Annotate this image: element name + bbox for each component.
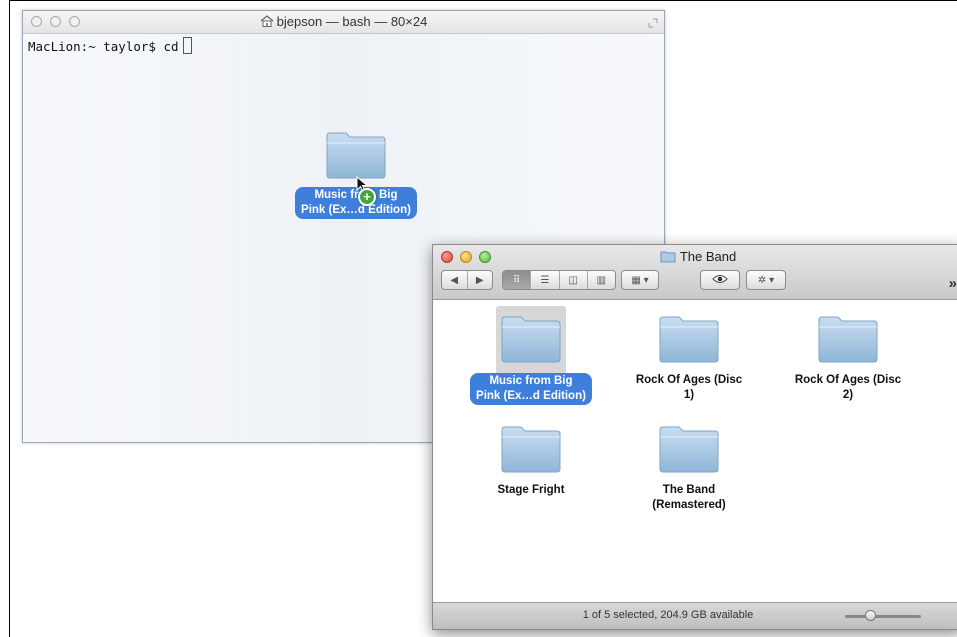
prompt-line: MacLion:~ taylor$ cd [28,37,192,54]
folder-item[interactable]: Music from Big Pink (Ex…d Edition) [461,314,601,405]
finder-title: The Band [433,249,957,266]
finder-window[interactable]: The Band ◀ ▶ ⠿ ☰ ◫ ▥ ▦ ▾ ✲ ▾ » Music fro… [432,244,957,630]
folder-label: Rock Of Ages (Disc 2) [778,373,918,403]
icon-view-icon[interactable]: ⠿ [503,271,531,289]
coverflow-view-icon[interactable]: ▥ [586,271,615,289]
folder-label-line1: The Band [662,484,716,496]
folder-label-line2: Pink (Ex…d Edition) [476,390,586,402]
finder-toolbar: The Band ◀ ▶ ⠿ ☰ ◫ ▥ ▦ ▾ ✲ ▾ » [433,245,957,300]
folder-item[interactable]: Rock Of Ages (Disc 1) [619,314,759,403]
arrange-button[interactable]: ▦ ▾ [621,270,659,290]
view-mode-control[interactable]: ⠿ ☰ ◫ ▥ [502,270,616,290]
folder-label-line1: Stage Fright [497,484,565,496]
page-frame-left [9,0,10,637]
fullscreen-icon[interactable] [648,15,658,28]
action-gear-icon: ✲ ▾ [757,274,775,286]
copy-plus-icon: + [358,188,376,206]
terminal-title: bjepson — bash — 80×24 [23,14,664,29]
status-text: 1 of 5 selected, 204.9 GB available [582,609,754,621]
toolbar-overflow-icon[interactable]: » [949,275,957,292]
folder-label-line1: Rock Of Ages (Disc [794,374,902,386]
text-cursor [182,37,192,54]
folder-label: The Band (Remastered) [619,483,759,513]
folder-label: Music from Big Pink (Ex…d Edition) [470,373,592,405]
icon-size-slider[interactable] [845,615,921,618]
folder-icon [657,314,721,364]
folder-label-line2: (Remastered) [652,499,726,511]
back-forward-control[interactable]: ◀ ▶ [441,270,493,290]
dragged-folder[interactable]: Music from Big Pink (Ex…d Edition) [290,130,422,219]
folder-label-line1: Music from Big [489,375,573,387]
home-icon [260,15,274,27]
folder-item[interactable]: The Band (Remastered) [619,424,759,513]
quick-look-button[interactable] [700,270,740,290]
forward-icon[interactable]: ▶ [466,271,493,289]
folder-item[interactable]: Rock Of Ages (Disc 2) [778,314,918,403]
folder-icon [499,424,563,474]
folder-item[interactable]: Stage Fright [461,424,601,498]
arrange-icon: ▦ ▾ [631,274,649,286]
action-button[interactable]: ✲ ▾ [746,270,786,290]
column-view-icon[interactable]: ◫ [558,271,587,289]
terminal-titlebar[interactable]: bjepson — bash — 80×24 [23,11,664,34]
back-icon[interactable]: ◀ [442,271,467,289]
folder-icon [816,314,880,364]
folder-label-line1: Rock Of Ages (Disc [635,374,743,386]
folder-icon [324,130,388,180]
folder-label: Stage Fright [461,483,601,498]
finder-icon-grid[interactable]: Music from Big Pink (Ex…d Edition) Rock O… [433,300,957,603]
list-view-icon[interactable]: ☰ [530,271,558,289]
finder-status-bar: 1 of 5 selected, 204.9 GB available [433,602,957,629]
folder-icon [657,424,721,474]
folder-icon [660,250,676,266]
drag-label-line2: Pink (Ex…d Edition) [301,204,411,216]
prompt-text: MacLion:~ taylor$ cd [28,39,179,54]
finder-title-text: The Band [679,249,737,264]
page-frame-top [9,0,957,1]
folder-label-line2: 1) [683,389,695,401]
folder-label: Rock Of Ages (Disc 1) [619,373,759,403]
icon-size-slider-knob[interactable] [865,610,876,621]
folder-icon [499,314,563,364]
quick-look-eye-icon [712,274,728,287]
terminal-title-text: bjepson — bash — 80×24 [276,14,428,29]
folder-label-line2: 2) [842,389,854,401]
